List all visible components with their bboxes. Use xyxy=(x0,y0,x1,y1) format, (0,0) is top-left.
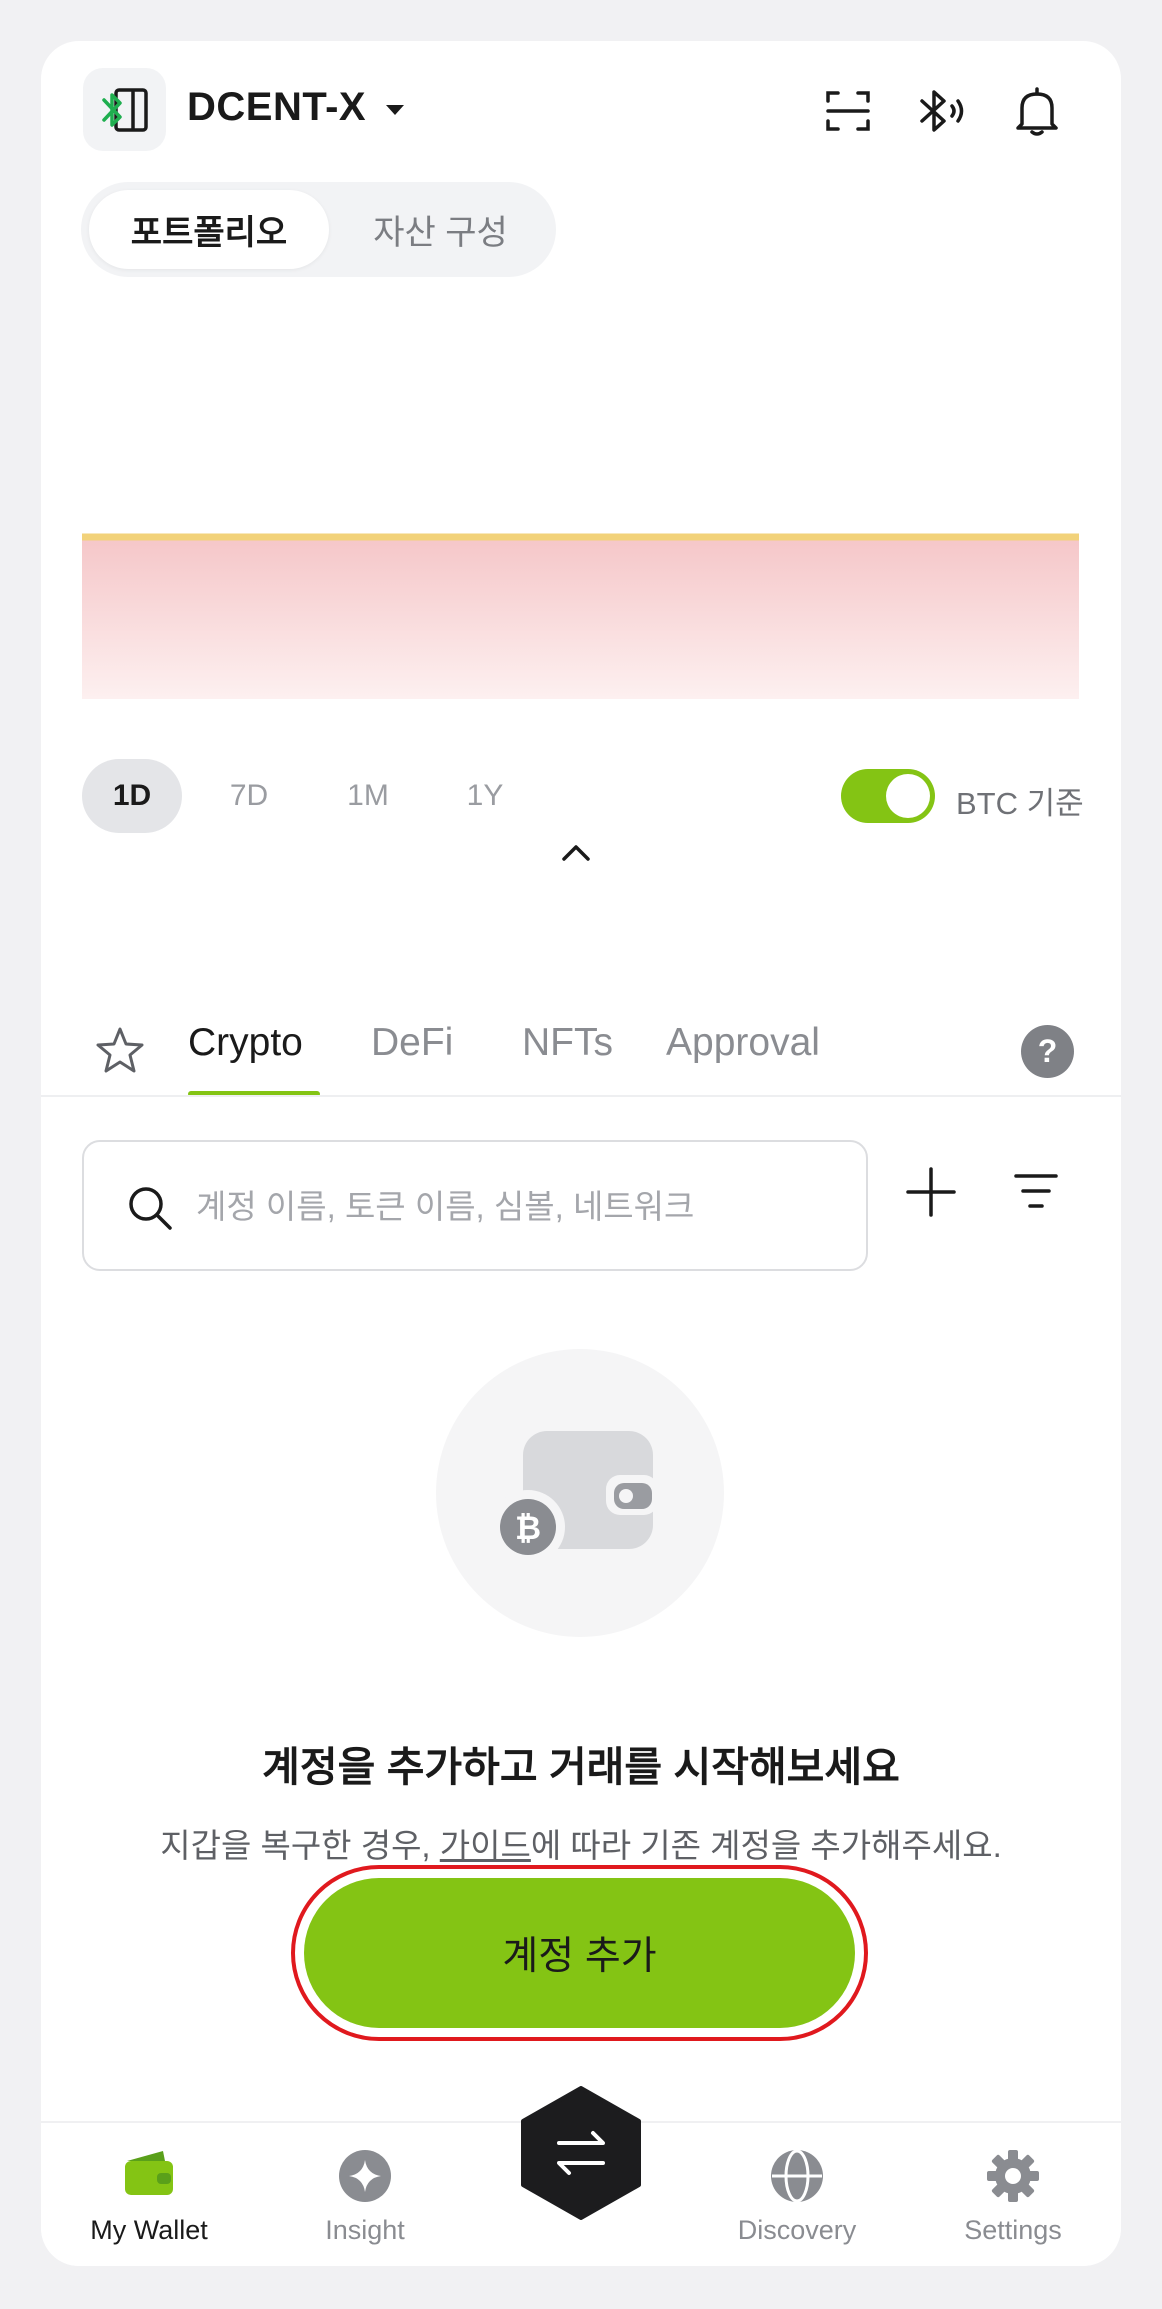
insight-icon xyxy=(339,2150,391,2202)
nav-settings[interactable]: Settings xyxy=(905,2123,1121,2266)
tabs-divider xyxy=(41,1095,1121,1097)
search-input[interactable] xyxy=(196,1172,836,1242)
add-account-button[interactable]: 계정 추가 xyxy=(304,1878,855,2028)
guide-link[interactable]: 가이드 xyxy=(440,1827,531,1864)
tab-defi[interactable]: DeFi xyxy=(371,1021,453,1065)
period-1m[interactable]: 1M xyxy=(318,759,418,833)
plus-icon[interactable] xyxy=(906,1167,956,1217)
btc-basis-toggle[interactable] xyxy=(841,769,935,823)
swap-icon[interactable] xyxy=(519,2086,643,2220)
period-1d[interactable]: 1D xyxy=(82,759,182,833)
empty-description: 지갑을 복구한 경우, 가이드에 따라 기존 계정을 추가해주세요. xyxy=(41,1819,1121,1867)
tab-approval[interactable]: Approval xyxy=(666,1021,820,1065)
wallet-bitcoin-icon: ₿ xyxy=(491,1431,658,1564)
empty-illustration: ₿ xyxy=(436,1349,724,1637)
gear-icon xyxy=(987,2150,1039,2202)
search-box xyxy=(82,1140,868,1271)
filter-icon[interactable] xyxy=(1014,1172,1058,1212)
search-icon xyxy=(129,1187,172,1230)
chevron-down-icon[interactable] xyxy=(384,103,406,117)
chevron-up-icon[interactable] xyxy=(560,841,592,863)
nav-label: Settings xyxy=(964,2215,1062,2245)
bitcoin-symbol: ₿ xyxy=(515,1509,541,1547)
wallet-icon xyxy=(125,2151,173,2195)
period-7d[interactable]: 7D xyxy=(199,759,299,833)
nav-label: Discovery xyxy=(737,2215,857,2245)
nav-label: Insight xyxy=(325,2215,405,2245)
nav-insight[interactable]: Insight xyxy=(257,2123,473,2266)
bell-icon[interactable] xyxy=(1007,81,1067,141)
tab-portfolio[interactable]: 포트폴리오 xyxy=(89,190,329,269)
tab-nfts[interactable]: NFTs xyxy=(522,1021,613,1065)
star-icon[interactable] xyxy=(93,1024,147,1078)
help-icon[interactable]: ? xyxy=(1021,1025,1074,1078)
tab-asset-composition[interactable]: 자산 구성 xyxy=(333,190,548,269)
tab-crypto[interactable]: Crypto xyxy=(188,1021,303,1065)
bluetooth-icon[interactable] xyxy=(912,81,972,141)
wallet-screen: DCENT-X 포트폴리오 자산 구성 1D 7D 1M 1Y BTC 기준 C… xyxy=(41,41,1121,2266)
nav-discovery[interactable]: Discovery xyxy=(689,2123,905,2266)
nav-label: My Wallet xyxy=(90,2215,208,2245)
period-1y[interactable]: 1Y xyxy=(435,759,535,833)
header: DCENT-X xyxy=(41,41,1121,191)
globe-icon xyxy=(771,2149,823,2203)
device-name[interactable]: DCENT-X xyxy=(187,85,366,130)
empty-title: 계정을 추가하고 거래를 시작해보세요 xyxy=(262,1744,900,1790)
scan-icon[interactable] xyxy=(818,81,878,141)
empty-desc-text-2: 에 따라 기존 계정을 추가해주세요. xyxy=(530,1827,1002,1864)
empty-desc-text: 지갑을 복구한 경우, xyxy=(160,1827,440,1864)
chart-area-fill xyxy=(82,536,1079,699)
portfolio-segment: 포트폴리오 자산 구성 xyxy=(81,182,556,277)
nav-my-wallet[interactable]: My Wallet xyxy=(41,2123,257,2266)
device-bluetooth-icon[interactable] xyxy=(83,68,166,151)
btc-basis-label: BTC 기준 xyxy=(956,786,1084,821)
portfolio-chart xyxy=(82,533,1079,699)
